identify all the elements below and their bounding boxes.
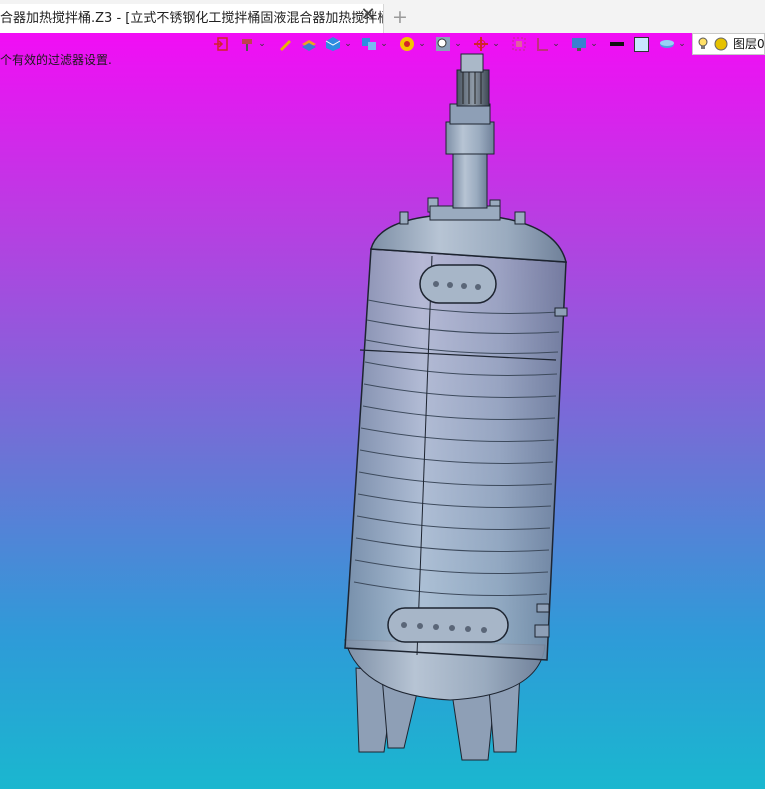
multi-view-icon[interactable]: [358, 35, 380, 53]
render-dropdown-icon[interactable]: ⌄: [418, 36, 426, 52]
layer-dropdown-icon[interactable]: ⌄: [678, 36, 686, 52]
render-wheel-icon[interactable]: [396, 35, 418, 53]
axis-icon[interactable]: [470, 35, 492, 53]
zoom-fit-icon[interactable]: [432, 35, 454, 53]
status-message: 个有效的过滤器设置.: [0, 53, 112, 67]
layer-sphere-icon: [714, 37, 728, 51]
layer-icon[interactable]: [656, 35, 678, 53]
cube-view-icon[interactable]: [322, 35, 344, 53]
mixing-tank-model: [344, 53, 568, 761]
exit-icon[interactable]: [210, 35, 232, 53]
cube-dropdown-icon[interactable]: ⌄: [344, 36, 352, 52]
new-tab-icon[interactable]: +: [390, 6, 410, 28]
section-icon[interactable]: [532, 35, 554, 53]
layer-stack-icon[interactable]: [298, 35, 320, 53]
fill-color-box: [633, 36, 649, 52]
view-toolbar: ⌄ ⌄ ⌄ ⌄ ⌄ ⌄ ⌄ ⌄ ⌄ 图层0: [210, 33, 765, 55]
close-tab-icon[interactable]: ✕: [358, 4, 378, 26]
display-dropdown-icon[interactable]: ⌄: [590, 36, 598, 52]
tab-bar: 合器加热搅拌桶.Z3 - [立式不锈钢化工搅拌桶固液混合器加热搅拌桶] ✕ +: [0, 0, 765, 34]
lightbulb-icon[interactable]: [697, 37, 709, 51]
line-color-swatch[interactable]: [606, 35, 628, 53]
multi-view-dropdown-icon[interactable]: ⌄: [380, 36, 388, 52]
paint-roll-icon[interactable]: [236, 35, 258, 53]
select-box-icon[interactable]: [508, 35, 530, 53]
upper-sight-glass: [419, 264, 497, 304]
motor: [456, 69, 490, 107]
layer-name: 图层00: [733, 37, 765, 51]
axis-dropdown-icon[interactable]: ⌄: [492, 36, 500, 52]
active-document-tab[interactable]: 合器加热搅拌桶.Z3 - [立式不锈钢化工搅拌桶固液混合器加热搅拌桶]: [0, 4, 384, 33]
fill-color-swatch[interactable]: [630, 35, 652, 53]
tab-title: 合器加热搅拌桶.Z3 - [立式不锈钢化工搅拌桶固液混合器加热搅拌桶]: [0, 11, 384, 26]
section-dropdown-icon[interactable]: ⌄: [552, 36, 560, 52]
3d-viewport[interactable]: 个有效的过滤器设置. ⌄ ⌄ ⌄ ⌄ ⌄ ⌄ ⌄ ⌄ ⌄ 图层0: [0, 33, 765, 789]
display-icon[interactable]: [568, 35, 590, 53]
paint-dropdown-icon[interactable]: ⌄: [258, 36, 266, 52]
layer-selector[interactable]: 图层00: [692, 33, 765, 55]
pencil-icon[interactable]: [274, 35, 296, 53]
line-color-bar: [610, 42, 624, 46]
zoom-dropdown-icon[interactable]: ⌄: [454, 36, 462, 52]
tank-shell: [344, 248, 567, 661]
drive-column: [452, 151, 488, 209]
